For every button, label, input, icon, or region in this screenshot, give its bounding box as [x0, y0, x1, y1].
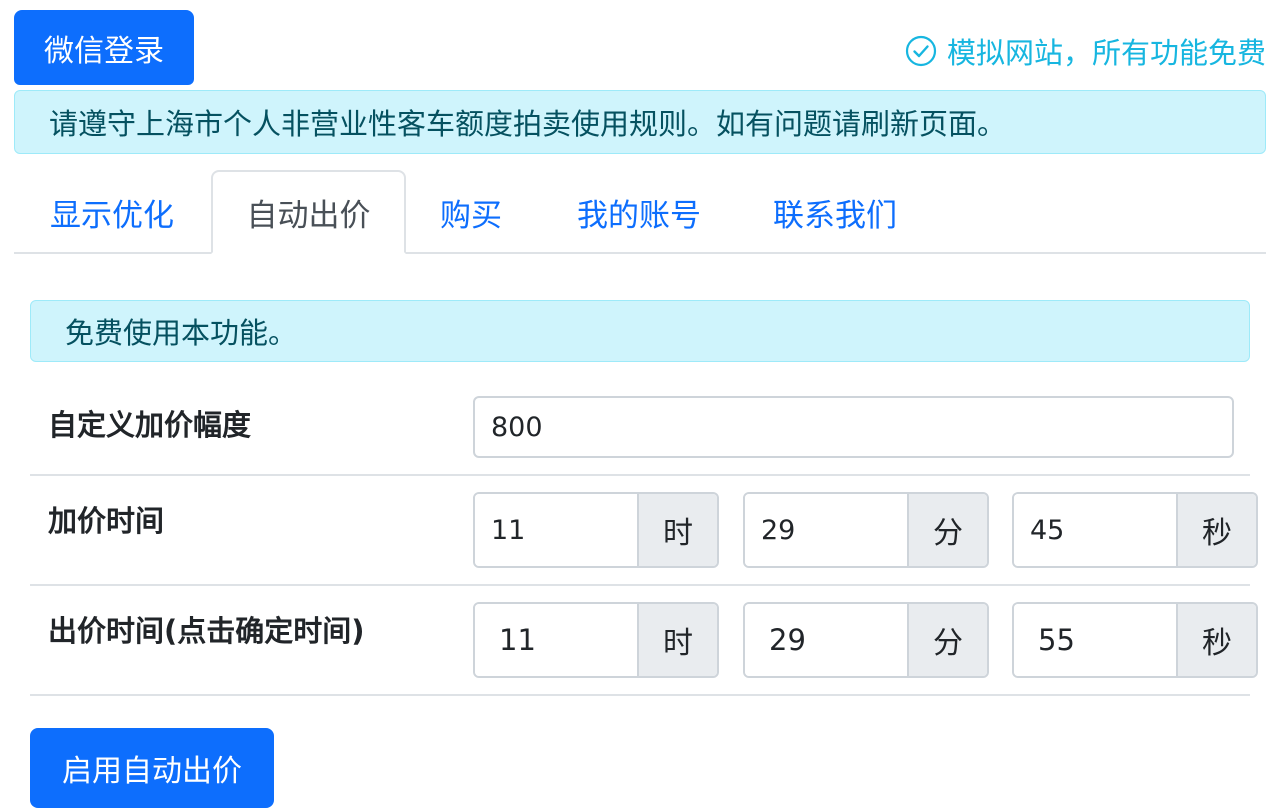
free-feature-alert: 免费使用本功能。 — [30, 300, 1250, 362]
tab-my-account[interactable]: 我的账号 — [554, 170, 724, 254]
enable-auto-bid-button[interactable]: 启用自动出价 — [30, 728, 274, 808]
hour-unit-label: 时 — [637, 494, 717, 566]
free-site-notice: 模拟网站，所有功能免费 — [905, 30, 1266, 72]
increase-time-label: 加价时间 — [48, 504, 165, 538]
tab-contact-us[interactable]: 联系我们 — [750, 170, 920, 254]
bid-second-input[interactable] — [1014, 604, 1176, 676]
bid-minute-input[interactable] — [745, 604, 907, 676]
tab-display-optimize[interactable]: 显示优化 — [14, 170, 210, 254]
row-divider — [30, 694, 1250, 696]
row-divider — [30, 584, 1250, 586]
bid-hour-input[interactable] — [475, 604, 637, 676]
increase-second-input[interactable] — [1014, 494, 1176, 566]
increase-hour-input[interactable] — [475, 494, 637, 566]
hour-unit-label: 时 — [637, 604, 717, 676]
bid-hour-group: 时 — [473, 602, 719, 678]
free-site-notice-text: 模拟网站，所有功能免费 — [946, 36, 1266, 70]
second-unit-label: 秒 — [1176, 494, 1256, 566]
increase-minute-input[interactable] — [745, 494, 907, 566]
bid-second-group: 秒 — [1012, 602, 1258, 678]
row-divider — [30, 474, 1250, 476]
tab-auto-bid[interactable]: 自动出价 — [211, 170, 406, 254]
tab-bar: 显示优化 自动出价 购买 我的账号 联系我们 — [14, 170, 1266, 254]
tab-purchase[interactable]: 购买 — [406, 170, 536, 254]
bid-minute-group: 分 — [743, 602, 989, 678]
increase-minute-group: 分 — [743, 492, 989, 568]
custom-increase-input[interactable] — [473, 396, 1234, 458]
check-circle-icon — [905, 35, 937, 67]
increase-second-group: 秒 — [1012, 492, 1258, 568]
wechat-login-button[interactable]: 微信登录 — [14, 10, 194, 85]
second-unit-label: 秒 — [1176, 604, 1256, 676]
custom-increase-label: 自定义加价幅度 — [48, 408, 252, 442]
increase-hour-group: 时 — [473, 492, 719, 568]
minute-unit-label: 分 — [907, 604, 987, 676]
bid-time-label[interactable]: 出价时间(点击确定时间) — [48, 608, 365, 650]
minute-unit-label: 分 — [907, 494, 987, 566]
free-feature-alert-text: 免费使用本功能。 — [65, 316, 298, 350]
rules-alert: 请遵守上海市个人非营业性客车额度拍卖使用规则。如有问题请刷新页面。 — [14, 90, 1266, 154]
rules-alert-text: 请遵守上海市个人非营业性客车额度拍卖使用规则。如有问题请刷新页面。 — [49, 107, 1007, 141]
